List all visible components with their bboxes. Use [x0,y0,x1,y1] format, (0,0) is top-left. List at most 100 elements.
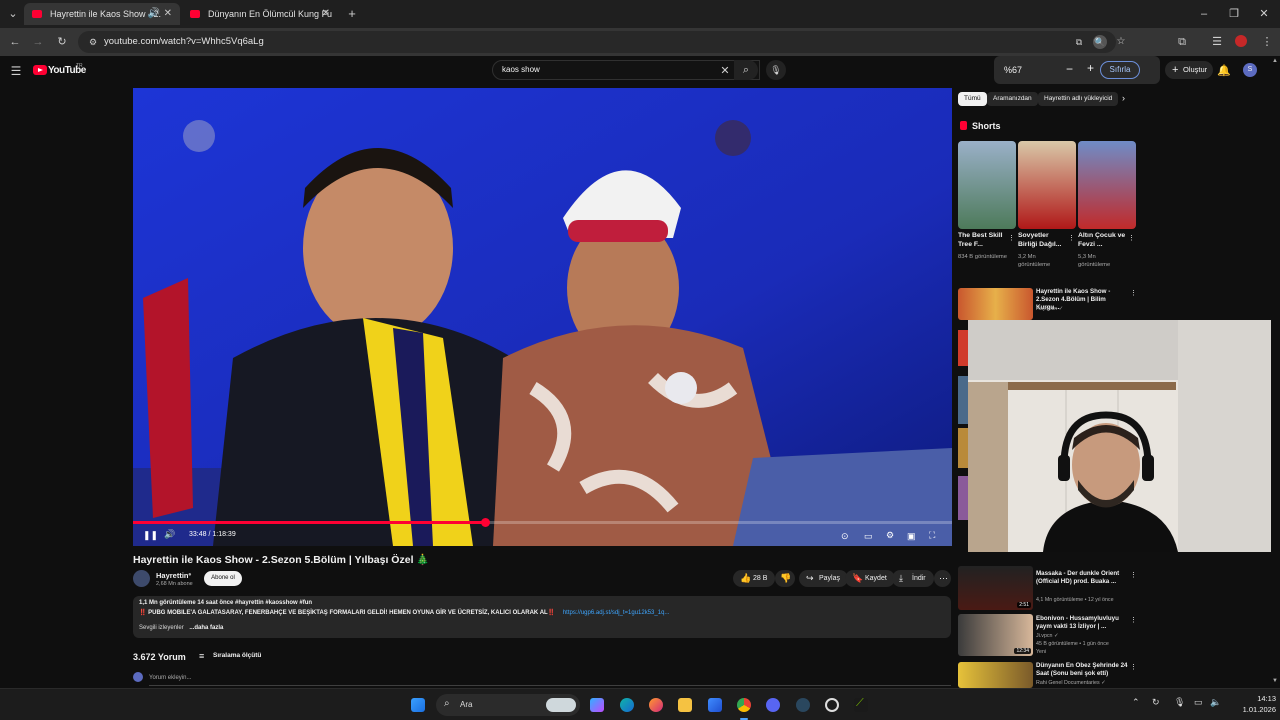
install-icon[interactable]: ⧉ [1072,35,1086,49]
tab-second[interactable]: Dünyanın En Ölümcül Kung Fu ✕ [182,3,338,25]
rec-thumb-partial[interactable] [958,330,968,366]
hamburger-menu-icon[interactable]: ☰ [9,64,23,78]
tray-sync-icon[interactable]: ↻ [1152,697,1160,708]
save-button[interactable]: 🔖 Kaydet [845,570,895,587]
short-menu-icon[interactable]: ⋮ [1008,234,1015,242]
chrome-icon[interactable] [737,698,751,712]
account-avatar[interactable]: S [1243,63,1257,77]
rec-thumb[interactable] [958,288,1033,320]
nvidia-icon[interactable]: ⟋ [854,697,868,712]
short-title[interactable]: Altın Çocuk ve Fevzi ... [1078,232,1126,249]
site-info-icon[interactable]: ⚙ [86,35,100,49]
fullscreen-icon[interactable]: ⛶ [929,530,935,541]
autoplay-toggle-icon[interactable]: ⊙ [841,531,849,542]
dislike-button[interactable]: 👎 [775,570,795,587]
profile-avatar-icon[interactable] [1235,35,1247,47]
rec-menu-icon[interactable]: ⋮ [1130,616,1137,624]
miniplayer-icon[interactable]: ▣ [907,531,916,542]
short-menu-icon[interactable]: ⋮ [1128,234,1135,242]
back-icon[interactable]: ← [8,35,22,49]
audio-icon[interactable]: 🔊 [148,3,160,25]
app-icon[interactable] [825,698,839,712]
discord-icon[interactable] [766,698,780,712]
extensions-icon[interactable]: ⧉ [1175,35,1189,49]
tray-mic-icon[interactable]: 🎙 [1174,697,1185,708]
rec-thumb[interactable]: 12:34 [958,614,1033,656]
like-button[interactable]: 👍 28 B [733,570,775,587]
short-menu-icon[interactable]: ⋮ [1068,234,1075,242]
tab-active[interactable]: Hayrettin ile Kaos Show - 2. 🔊 ✕ [24,3,180,25]
create-button[interactable]: + Oluştur [1165,61,1213,79]
rec-title[interactable]: Ebonivon - Hussamyluvluyu yaym vakti 13 … [1036,615,1130,631]
description-box[interactable]: 1,1 Mn görüntüleme 14 saat önce #hayrett… [133,596,951,638]
share-button[interactable]: ↪ Paylaş [799,570,849,587]
clear-search-icon[interactable]: ✕ [718,64,732,78]
subscribe-button[interactable]: Abone ol [204,571,242,586]
chip-from-search[interactable]: Aramanızdan [987,92,1038,106]
captions-icon[interactable]: ▭ [864,531,873,542]
rec-title[interactable]: Dünyanın En Obez Şehrinde 24 Saat (Sonu … [1036,662,1130,678]
forward-icon[interactable]: → [31,35,45,49]
scroll-up-icon[interactable]: ▲ [1272,58,1278,64]
file-explorer-icon[interactable] [678,698,692,712]
comment-input[interactable]: Yorum ekleyin... [149,675,191,681]
tab-search-icon[interactable]: ⌄ [6,7,20,21]
rec-menu-icon[interactable]: ⋮ [1130,571,1137,579]
page-scrollbar[interactable]: ▲ ▼ [1271,58,1280,688]
firefox-icon[interactable] [649,698,663,712]
browser-menu-icon[interactable]: ⋮ [1260,35,1274,49]
edge-icon[interactable] [620,698,634,712]
pause-icon[interactable]: ❚❚ [143,530,158,541]
notifications-bell-icon[interactable]: 🔔 [1217,64,1231,78]
rec-menu-icon[interactable]: ⋮ [1130,663,1137,671]
clock-time[interactable]: 14:13 [1236,694,1276,703]
more-actions-button[interactable]: ⋯ [934,570,951,587]
rec-thumb[interactable]: 2:51 [958,566,1033,610]
copilot-icon[interactable] [590,698,604,712]
close-tab-icon[interactable]: ✕ [322,3,330,25]
zoom-reset-button[interactable]: Sıfırla [1100,61,1140,79]
rec-thumb-partial[interactable] [958,476,968,520]
settings-gear-icon[interactable]: ⚙ [886,530,894,541]
description-link[interactable]: https://ugp6.adj.st/sdj_t=1gu12k53_1q... [563,610,670,616]
short-title[interactable]: Sovyetler Birliği Dağıl... [1018,232,1066,249]
new-tab-icon[interactable]: + [345,7,359,21]
rec-menu-icon[interactable]: ⋮ [1130,289,1137,297]
video-player[interactable]: ❚❚ 🔊 33:48 / 1:18:39 ⊙ ▭ ⚙ ▣ ⛶ [133,88,952,546]
short-thumb-1[interactable] [958,141,1016,229]
rec-title[interactable]: Massaka - Der dunkle Orient (Official HD… [1036,570,1130,586]
windows-start-icon[interactable] [411,698,425,712]
close-tab-icon[interactable]: ✕ [164,3,172,25]
taskbar-search[interactable]: ⌕ Ara [436,694,580,716]
progress-bar[interactable] [133,518,952,527]
show-more-link[interactable]: ...daha fazla [189,625,223,631]
youtube-logo-icon[interactable] [33,65,47,75]
short-title[interactable]: The Best Skill Tree F... [958,232,1006,249]
window-close-icon[interactable]: ✕ [1257,7,1271,21]
tray-display-icon[interactable]: ▭ [1194,697,1203,708]
tray-chevron-icon[interactable]: ⌃ [1132,697,1140,708]
chips-next-icon[interactable]: › [1122,93,1125,103]
short-thumb-2[interactable] [1018,141,1076,229]
clock-date[interactable]: 1.01.2026 [1228,705,1276,714]
rec-thumb[interactable] [958,662,1033,688]
zoom-in-button[interactable]: + [1087,61,1094,75]
rec-thumb-partial[interactable] [958,428,968,468]
channel-name[interactable]: Hayrettin [156,571,189,580]
sort-button[interactable]: Sıralama ölçütü [213,652,261,659]
chip-from-uploader[interactable]: Hayrettin adlı yükleyicid [1038,92,1119,106]
sort-icon[interactable]: ≡ [199,651,204,661]
bookmark-star-icon[interactable]: ☆ [1114,35,1128,49]
rec-thumb-partial[interactable] [958,376,968,424]
reload-icon[interactable]: ↻ [55,35,69,49]
restore-icon[interactable]: ❐ [1227,7,1241,21]
chip-all[interactable]: Tümü [958,92,987,106]
url-bar[interactable]: ⚙ youtube.com/watch?v=Whhc5Vq6aLg ⧉ 🔍 ☆ [78,31,1125,53]
voice-search-button[interactable]: 🎙 [766,60,786,80]
store-icon[interactable] [708,698,722,712]
tray-volume-icon[interactable]: 🔈 [1210,697,1221,708]
zoom-icon[interactable]: 🔍 [1093,35,1107,49]
download-button[interactable]: ⤓ İndir [892,570,934,587]
tab-groups-icon[interactable]: ☰ [1210,35,1224,49]
short-thumb-3[interactable] [1078,141,1136,229]
